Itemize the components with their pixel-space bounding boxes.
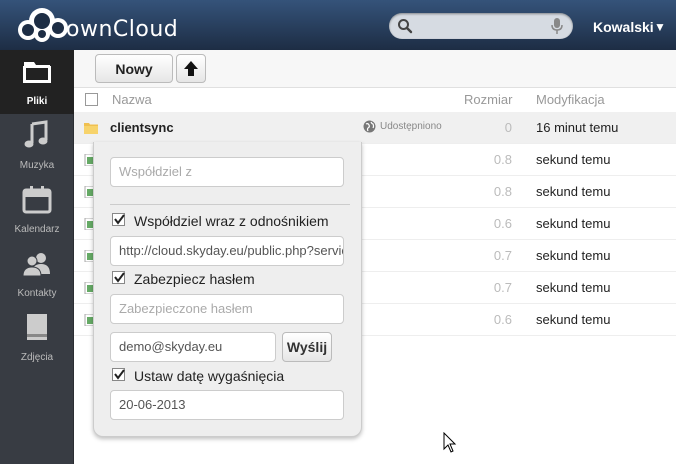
microphone-icon[interactable] [551,18,563,34]
user-menu[interactable]: Kowalski [593,19,654,35]
share-dropdown: Współdziel z Współdziel wraz z odnośniki… [93,142,362,437]
logo-text: ownCloud [66,17,179,42]
photo-icon [27,314,47,340]
password-protect-label: Zabezpiecz hasłem [134,271,255,287]
file-modified: sekund temu [536,184,611,199]
music-icon [24,120,48,148]
sidebar-item-label: Muzyka [19,160,55,171]
share-with-input[interactable]: Współdziel z [110,157,344,187]
column-header-name[interactable]: Nazwa [112,92,152,107]
file-modified: sekund temu [536,280,611,295]
shared-status[interactable]: Udostępniono [380,121,442,132]
header: ownCloud Kowalski ▼ [0,0,676,50]
divider [110,204,350,205]
mouse-cursor-icon [443,432,457,453]
expire-date-checkbox[interactable] [112,368,125,381]
select-all-checkbox[interactable] [85,93,98,106]
send-button[interactable]: Wyślij [282,332,332,362]
folder-icon [23,62,51,83]
sidebar-item-contacts[interactable]: Kontakty [0,242,74,306]
search-input[interactable] [389,13,573,39]
column-header-size[interactable]: Rozmiar [464,92,512,107]
search-icon [398,19,413,34]
sidebar: Pliki Muzyka Kalendarz Kontakty Zdjęcia [0,50,74,464]
file-size: 0.7 [493,248,512,263]
file-size: 0.7 [493,280,512,295]
controls-bar: Nowy [74,50,676,88]
upload-button[interactable] [176,54,206,83]
sidebar-item-music[interactable]: Muzyka [0,114,74,178]
password-field[interactable]: Zabezpieczone hasłem [110,294,344,324]
checkmark-icon [114,272,125,283]
folder-icon [84,123,98,134]
contacts-icon [22,253,50,277]
calendar-icon [22,186,52,214]
sidebar-item-label: Kontakty [17,288,57,299]
expire-date-field[interactable]: 20-06-2013 [110,390,344,420]
file-list-header: Nazwa Rozmiar Modyfikacja [74,88,676,112]
file-size: 0.6 [493,216,512,231]
globe-share-icon [363,120,376,133]
share-link-checkbox[interactable] [112,213,125,226]
new-button[interactable]: Nowy [95,54,173,83]
sidebar-item-files[interactable]: Pliki [0,50,74,114]
upload-arrow-icon [184,61,198,76]
password-protect-checkbox[interactable] [112,271,125,284]
expire-date-label: Ustaw datę wygaśnięcia [134,368,285,384]
sidebar-item-calendar[interactable]: Kalendarz [0,178,74,242]
email-field[interactable]: demo@skyday.eu [110,332,276,362]
sidebar-item-photos[interactable]: Zdjęcia [0,306,74,370]
checkmark-icon [114,369,125,380]
file-modified: sekund temu [536,248,611,263]
file-size: 0 [504,120,512,135]
sidebar-item-label: Kalendarz [14,224,60,235]
sidebar-item-label: Zdjęcia [20,352,54,363]
checkmark-icon [114,214,125,225]
file-name[interactable]: clientsync [110,120,174,135]
file-size: 0.6 [493,312,512,327]
table-row[interactable]: clientsync Udostępniono 0 16 minut temu [74,112,676,144]
sidebar-item-label: Pliki [26,96,48,107]
file-modified: sekund temu [536,152,611,167]
file-modified: 16 minut temu [536,120,619,135]
file-size: 0.8 [493,184,512,199]
cloud-logo-icon [18,8,68,42]
share-link-label: Współdziel wraz z odnośnikiem [134,213,329,229]
file-size: 0.8 [493,152,512,167]
column-header-modified[interactable]: Modyfikacja [536,92,605,107]
file-modified: sekund temu [536,216,611,231]
chevron-down-icon[interactable]: ▼ [654,20,666,34]
share-link-url-field[interactable]: http://cloud.skyday.eu/public.php?servic… [110,236,344,266]
file-modified: sekund temu [536,312,611,327]
